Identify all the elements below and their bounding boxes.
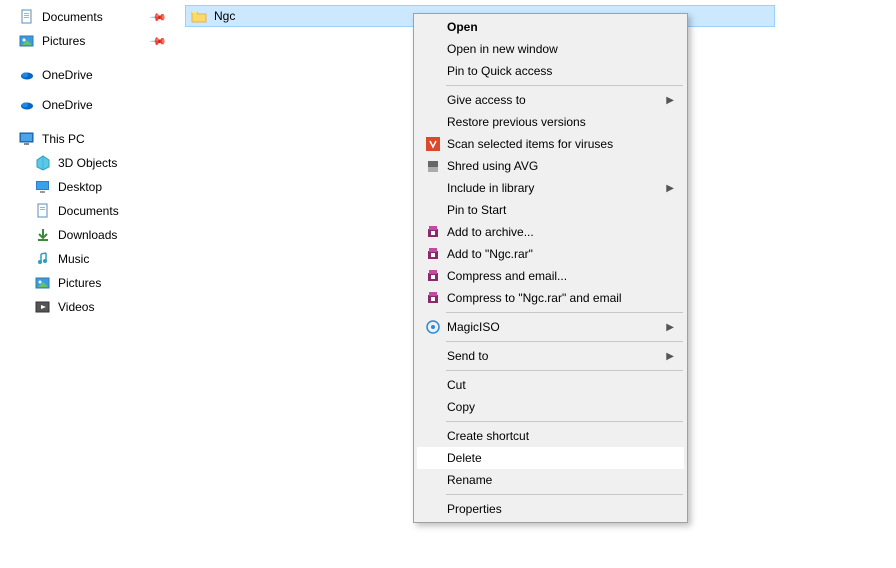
menu-rename[interactable]: Rename: [417, 469, 684, 491]
menu-open[interactable]: Open: [417, 16, 684, 38]
thispc-icon: [18, 130, 36, 148]
onedrive-icon: [18, 96, 36, 114]
menu-include-library[interactable]: Include in library ▶: [417, 177, 684, 199]
winrar-icon: [423, 246, 443, 262]
menu-compress-ngc-email[interactable]: Compress to "Ngc.rar" and email: [417, 287, 684, 309]
winrar-icon: [423, 290, 443, 306]
submenu-arrow-icon: ▶: [666, 95, 674, 106]
sidebar-item-3dobjects[interactable]: 3D Objects: [18, 151, 175, 175]
menu-separator: [446, 341, 683, 342]
menu-scan-viruses[interactable]: Scan selected items for viruses: [417, 133, 684, 155]
pictures-icon: [34, 274, 52, 292]
menu-add-archive[interactable]: Add to archive...: [417, 221, 684, 243]
sidebar-item-label: Desktop: [58, 180, 102, 194]
pictures-icon: [18, 32, 36, 50]
sidebar-item-thispc[interactable]: This PC: [18, 127, 175, 151]
context-menu: Open Open in new window Pin to Quick acc…: [413, 13, 688, 523]
shred-icon: [423, 158, 443, 174]
sidebar-item-label: Documents: [42, 10, 103, 24]
sidebar-item-music[interactable]: Music: [18, 247, 175, 271]
submenu-arrow-icon: ▶: [666, 183, 674, 194]
sidebar-item-pictures[interactable]: Pictures 📌: [18, 29, 175, 53]
sidebar-item-pictures[interactable]: Pictures: [18, 271, 175, 295]
sidebar-item-onedrive[interactable]: OneDrive: [18, 93, 175, 117]
sidebar-item-onedrive[interactable]: OneDrive: [18, 63, 175, 87]
sidebar-item-label: Pictures: [58, 276, 101, 290]
menu-properties[interactable]: Properties: [417, 498, 684, 520]
sidebar-item-label: Videos: [58, 300, 94, 314]
menu-magiciso[interactable]: MagicISO ▶: [417, 316, 684, 338]
avg-icon: [423, 136, 443, 152]
submenu-arrow-icon: ▶: [666, 322, 674, 333]
magiciso-icon: [423, 319, 443, 335]
winrar-icon: [423, 268, 443, 284]
desktop-icon: [34, 178, 52, 196]
menu-restore-previous[interactable]: Restore previous versions: [417, 111, 684, 133]
menu-separator: [446, 494, 683, 495]
sidebar-item-videos[interactable]: Videos: [18, 295, 175, 319]
sidebar-item-label: OneDrive: [42, 98, 93, 112]
sidebar-item-desktop[interactable]: Desktop: [18, 175, 175, 199]
menu-add-ngc-rar[interactable]: Add to "Ngc.rar": [417, 243, 684, 265]
sidebar-item-downloads[interactable]: Downloads: [18, 223, 175, 247]
menu-separator: [446, 421, 683, 422]
winrar-icon: [423, 224, 443, 240]
onedrive-icon: [18, 66, 36, 84]
3dobjects-icon: [34, 154, 52, 172]
menu-compress-email[interactable]: Compress and email...: [417, 265, 684, 287]
pin-icon: 📌: [149, 32, 168, 51]
menu-copy[interactable]: Copy: [417, 396, 684, 418]
music-icon: [34, 250, 52, 268]
sidebar-item-label: 3D Objects: [58, 156, 117, 170]
sidebar-item-label: Music: [58, 252, 89, 266]
menu-separator: [446, 85, 683, 86]
menu-shred-avg[interactable]: Shred using AVG: [417, 155, 684, 177]
menu-send-to[interactable]: Send to ▶: [417, 345, 684, 367]
menu-delete[interactable]: Delete: [417, 447, 684, 469]
sidebar-item-label: Documents: [58, 204, 119, 218]
pin-icon: 📌: [149, 8, 168, 27]
submenu-arrow-icon: ▶: [666, 351, 674, 362]
sidebar-item-label: This PC: [42, 132, 85, 146]
folder-name: Ngc: [214, 9, 235, 23]
documents-icon: [18, 8, 36, 26]
menu-pin-start[interactable]: Pin to Start: [417, 199, 684, 221]
sidebar-item-documents[interactable]: Documents: [18, 199, 175, 223]
menu-cut[interactable]: Cut: [417, 374, 684, 396]
sidebar-item-label: Pictures: [42, 34, 85, 48]
sidebar-item-label: Downloads: [58, 228, 117, 242]
menu-separator: [446, 370, 683, 371]
menu-give-access-to[interactable]: Give access to ▶: [417, 89, 684, 111]
navigation-pane: Documents 📌 Pictures 📌 OneDrive OneDrive…: [0, 0, 175, 568]
folder-icon: [190, 7, 208, 25]
menu-pin-quick-access[interactable]: Pin to Quick access: [417, 60, 684, 82]
menu-create-shortcut[interactable]: Create shortcut: [417, 425, 684, 447]
downloads-icon: [34, 226, 52, 244]
videos-icon: [34, 298, 52, 316]
menu-open-new-window[interactable]: Open in new window: [417, 38, 684, 60]
documents-icon: [34, 202, 52, 220]
menu-separator: [446, 312, 683, 313]
sidebar-item-label: OneDrive: [42, 68, 93, 82]
sidebar-item-documents[interactable]: Documents 📌: [18, 5, 175, 29]
